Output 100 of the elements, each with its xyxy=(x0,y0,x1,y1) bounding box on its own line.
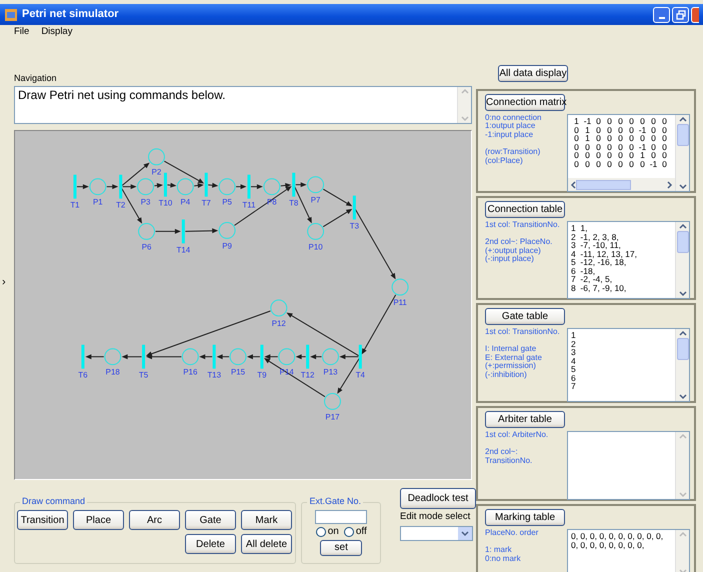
minimize-button[interactable] xyxy=(653,6,670,22)
panel-header-button[interactable]: Marking table xyxy=(485,509,565,526)
deadlock-test-button[interactable]: Deadlock test xyxy=(400,488,476,510)
scroll-left-icon[interactable] xyxy=(570,180,576,188)
matrix-value: 0 xyxy=(639,134,646,142)
command-button[interactable]: All delete xyxy=(241,534,292,554)
scroll-down-icon[interactable] xyxy=(678,394,686,400)
place-circle[interactable] xyxy=(89,178,106,196)
place-circle[interactable] xyxy=(392,279,409,296)
menu-item[interactable]: File xyxy=(14,27,30,41)
matrix-value: 1 xyxy=(573,117,580,126)
scrollbar[interactable] xyxy=(675,115,689,191)
transition-bar[interactable] xyxy=(306,345,310,369)
close-button[interactable] xyxy=(691,6,699,22)
note-text: 0:no mark xyxy=(485,554,522,564)
transition-bar[interactable] xyxy=(182,220,185,244)
scroll-right-icon[interactable] xyxy=(667,180,673,188)
arc-arrow xyxy=(106,184,118,190)
table-line: 8 -6, 7, -9, 10, xyxy=(570,284,628,292)
gate-number-field[interactable] xyxy=(315,510,368,524)
note-text: (row:Transition) xyxy=(485,148,542,157)
place-circle[interactable] xyxy=(307,223,324,240)
matrix-value: 0 xyxy=(628,151,635,160)
scrollbar[interactable] xyxy=(675,222,689,298)
transition-bar[interactable] xyxy=(260,345,264,369)
node-label: T7 xyxy=(202,198,211,208)
transition-bar[interactable] xyxy=(119,175,122,199)
place-circle[interactable] xyxy=(307,176,324,194)
matrix-value: 0 xyxy=(573,142,580,151)
scroll-down-icon[interactable] xyxy=(678,291,686,297)
radio-option[interactable]: on xyxy=(316,526,339,538)
node-label: T9 xyxy=(257,370,267,380)
collapse-marker[interactable]: › xyxy=(2,276,6,289)
place-circle[interactable] xyxy=(218,178,236,196)
set-button[interactable]: set xyxy=(320,540,362,556)
place-circle[interactable] xyxy=(230,348,246,366)
matrix-value: 0 xyxy=(639,117,646,126)
matrix-value: 0 xyxy=(617,160,624,168)
place-circle[interactable] xyxy=(270,300,288,317)
place-circle[interactable] xyxy=(324,393,341,410)
matrix-value: 0 xyxy=(661,126,668,134)
scroll-thumb[interactable] xyxy=(576,180,631,190)
transition-bar[interactable] xyxy=(142,345,146,369)
restore-button[interactable] xyxy=(672,6,689,22)
transition-bar[interactable] xyxy=(81,345,84,369)
transition-bar[interactable] xyxy=(204,173,208,197)
transition-bar[interactable] xyxy=(292,173,296,197)
scroll-thumb[interactable] xyxy=(676,338,688,360)
scroll-up-icon[interactable] xyxy=(678,330,686,336)
panel-header-button[interactable]: Arbiter table xyxy=(485,411,565,428)
transition-bar[interactable] xyxy=(73,175,76,199)
place-circle[interactable] xyxy=(176,178,194,196)
node-label: P8 xyxy=(266,198,277,207)
transition-bar[interactable] xyxy=(358,345,362,369)
command-button[interactable]: Delete xyxy=(185,534,236,554)
table-line: 4 xyxy=(570,356,577,365)
all-data-display-button[interactable]: All data display xyxy=(498,65,568,82)
place-circle[interactable] xyxy=(138,223,155,240)
node-label: T1 xyxy=(70,200,80,210)
node-label: T6 xyxy=(78,370,88,380)
matrix-value: 0 xyxy=(628,134,635,142)
scroll-down-icon[interactable] xyxy=(678,184,686,190)
horizontal-scrollbar[interactable] xyxy=(568,178,675,191)
note-text: (+:output place) xyxy=(485,246,542,255)
command-button[interactable]: Gate xyxy=(185,510,236,530)
matrix-value: 0 xyxy=(650,126,657,134)
transition-bar[interactable] xyxy=(352,196,356,220)
command-button[interactable]: Place xyxy=(73,510,124,530)
command-button[interactable]: Arc xyxy=(129,510,180,530)
place-circle[interactable] xyxy=(278,348,296,366)
scroll-up-icon[interactable] xyxy=(678,223,686,229)
command-button[interactable]: Mark xyxy=(241,510,292,530)
arc-arrow xyxy=(76,184,89,190)
scroll-thumb[interactable] xyxy=(676,124,688,146)
scroll-up-icon[interactable] xyxy=(678,116,686,122)
scroll-thumb[interactable] xyxy=(676,231,688,253)
place-circle[interactable] xyxy=(137,178,154,196)
place-circle[interactable] xyxy=(182,348,199,366)
node-label: T12 xyxy=(300,370,314,380)
note-text: PlaceNo. order xyxy=(485,529,540,538)
panel-header-button[interactable]: Gate table xyxy=(485,308,565,325)
transition-bar[interactable] xyxy=(212,345,216,369)
edit-mode-dropdown[interactable] xyxy=(400,526,473,542)
panel-header-button[interactable]: Connection table xyxy=(485,201,565,218)
place-circle[interactable] xyxy=(218,222,236,240)
transition-bar[interactable] xyxy=(164,173,167,197)
table-line: 2 xyxy=(570,340,577,348)
scrollbar[interactable] xyxy=(675,329,689,401)
node-label: P7 xyxy=(310,196,320,205)
place-circle[interactable] xyxy=(104,348,122,366)
matrix-value: 0 xyxy=(606,126,613,134)
command-button[interactable]: Transition xyxy=(17,510,68,530)
note-text: (-:input place) xyxy=(485,255,534,264)
place-circle[interactable] xyxy=(322,348,339,366)
place-circle[interactable] xyxy=(148,148,165,166)
radio-option[interactable]: off xyxy=(344,526,367,538)
menu-item[interactable]: Display xyxy=(41,27,72,41)
place-circle[interactable] xyxy=(263,178,280,196)
edit-mode-label: Edit mode select xyxy=(400,512,472,524)
transition-bar[interactable] xyxy=(247,175,250,199)
